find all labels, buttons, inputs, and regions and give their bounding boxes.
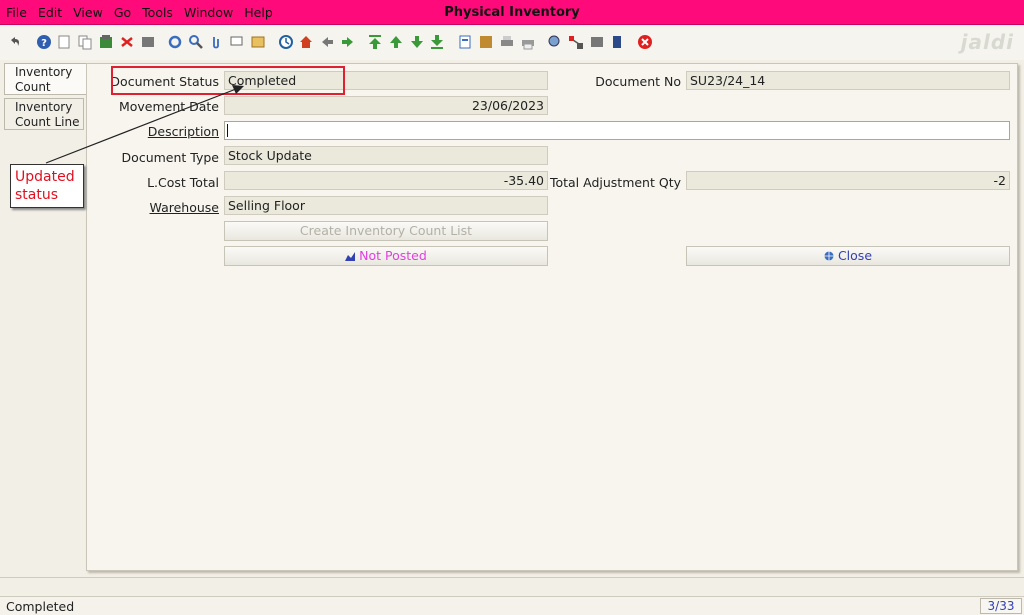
status-bar-upper: [0, 577, 1024, 594]
movement-date-label: Movement Date: [118, 99, 219, 114]
create-inventory-count-list-button[interactable]: Create Inventory Count List: [224, 221, 548, 241]
description-label: Description: [147, 124, 219, 139]
tab-list: Inventory Count Inventory Count Line: [4, 63, 86, 130]
history-icon[interactable]: [249, 33, 267, 51]
globe-icon: [824, 251, 834, 261]
document-type-field[interactable]: Stock Update: [224, 146, 548, 165]
tab-label-line1: Inventory: [15, 100, 73, 114]
home-icon[interactable]: [297, 33, 315, 51]
annotation-callout: Updated status: [10, 164, 84, 208]
menu-go[interactable]: Go: [114, 5, 131, 20]
record-count[interactable]: 3/33: [980, 598, 1022, 614]
refresh-icon[interactable]: [166, 33, 184, 51]
document-type-label: Document Type: [121, 150, 219, 165]
lcost-total-field: -35.40: [224, 171, 548, 190]
svg-text:?: ?: [41, 38, 47, 49]
chart-icon: [345, 252, 356, 261]
tab-label-line2: Count Line: [15, 115, 80, 129]
menu-edit[interactable]: Edit: [38, 5, 62, 20]
next-record-icon[interactable]: [408, 33, 426, 51]
zoom-icon[interactable]: [546, 33, 564, 51]
posted-button[interactable]: Not Posted: [224, 246, 548, 266]
forward-icon[interactable]: [339, 33, 357, 51]
product-info-icon[interactable]: [608, 33, 626, 51]
posted-button-label: Not Posted: [359, 248, 427, 263]
find-icon[interactable]: [187, 33, 205, 51]
warehouse-label: Warehouse: [149, 200, 219, 215]
report-icon[interactable]: [456, 33, 474, 51]
tab-inventory-count-line[interactable]: Inventory Count Line: [4, 98, 84, 130]
first-record-icon[interactable]: [366, 33, 384, 51]
close-button-label: Close: [837, 248, 873, 263]
movement-date-field[interactable]: 23/06/2023: [224, 96, 548, 115]
menu-bar: File Edit View Go Tools Window Help: [6, 5, 284, 20]
previous-record-icon[interactable]: [387, 33, 405, 51]
annotation-line2: status: [15, 187, 59, 203]
title-bar: File Edit View Go Tools Window Help Phys…: [0, 0, 1024, 25]
exit-icon[interactable]: [636, 33, 654, 51]
tab-label-line2: Count: [15, 80, 51, 94]
tab-label-line1: Inventory: [15, 65, 73, 79]
print-all-icon[interactable]: [519, 33, 537, 51]
toolbar: ? jaldi: [0, 26, 1024, 60]
print-preview-icon[interactable]: [139, 33, 157, 51]
menu-view[interactable]: View: [73, 5, 103, 20]
text-cursor: [227, 124, 228, 137]
menu-window[interactable]: Window: [184, 5, 233, 20]
status-message: Completed: [6, 599, 75, 614]
history-detail-icon[interactable]: [277, 33, 295, 51]
menu-help[interactable]: Help: [244, 5, 273, 20]
document-no-label: Document No: [595, 74, 681, 89]
archive-icon[interactable]: [477, 33, 495, 51]
back-icon[interactable]: [318, 33, 336, 51]
help-icon[interactable]: ?: [35, 33, 53, 51]
total-adjustment-qty-label: Total Adjustment Qty: [549, 175, 681, 190]
new-record-icon[interactable]: [55, 33, 73, 51]
save-icon[interactable]: [97, 33, 115, 51]
jaldi-logo: jaldi: [960, 30, 1014, 54]
attachment-icon[interactable]: [207, 33, 225, 51]
form-panel: Document Status Completed Document No SU…: [86, 63, 1018, 571]
close-button[interactable]: Close: [686, 246, 1010, 266]
menu-file[interactable]: File: [6, 5, 27, 20]
lcost-total-label: L.Cost Total: [147, 175, 219, 190]
chat-icon[interactable]: [228, 33, 246, 51]
status-highlight-box: [111, 66, 345, 95]
request-icon[interactable]: [588, 33, 606, 51]
annotation-line1: Updated: [15, 169, 75, 185]
workflow-icon[interactable]: [567, 33, 585, 51]
print-icon[interactable]: [498, 33, 516, 51]
menu-tools[interactable]: Tools: [142, 5, 173, 20]
status-bar: Completed 3/33: [0, 596, 1024, 615]
description-input[interactable]: [224, 121, 1010, 140]
total-adjustment-qty-field: -2: [686, 171, 1010, 190]
tab-inventory-count[interactable]: Inventory Count: [4, 63, 86, 95]
warehouse-field[interactable]: Selling Floor: [224, 196, 548, 215]
undo-icon[interactable]: [6, 33, 24, 51]
last-record-icon[interactable]: [428, 33, 446, 51]
document-no-field[interactable]: SU23/24_14: [686, 71, 1010, 90]
copy-record-icon[interactable]: [76, 33, 94, 51]
delete-icon[interactable]: [118, 33, 136, 51]
